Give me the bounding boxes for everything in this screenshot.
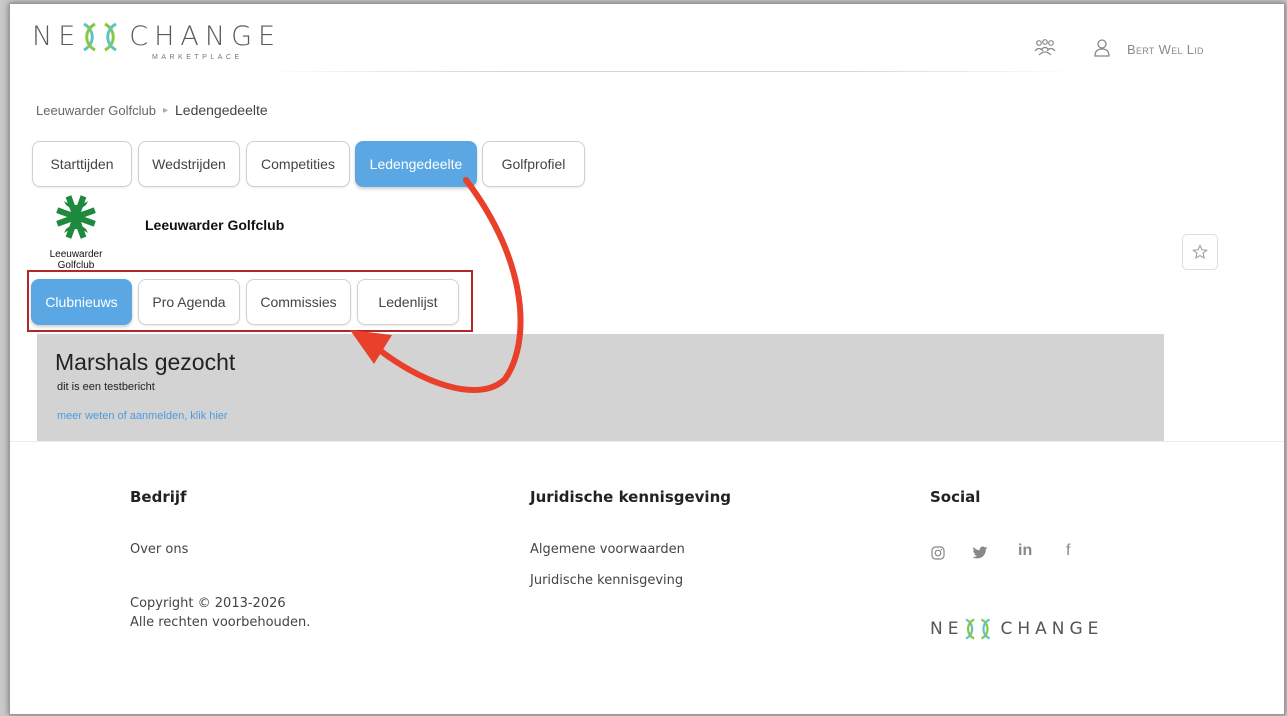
subtabs-highlight-box: [27, 270, 473, 332]
club-name: Leeuwarder Golfclub: [145, 217, 285, 233]
linkedin-icon[interactable]: in: [1018, 542, 1032, 560]
tab-golfprofiel[interactable]: Golfprofiel: [482, 141, 585, 187]
browser-page: NE CHANGE MARKETPLACE Bert Wel Lid Leeuw…: [9, 3, 1285, 715]
news-title: Marshals gezocht: [55, 349, 236, 375]
footer-logo: NE CHANGE: [930, 618, 1103, 640]
logo-x-icon: [83, 22, 118, 52]
user-icon[interactable]: [1093, 38, 1111, 58]
footer-heading-company: Bedrijf: [130, 488, 187, 506]
star-icon: [1192, 244, 1208, 260]
footer-link-over-ons[interactable]: Over ons: [130, 540, 188, 559]
facebook-icon[interactable]: f: [1066, 542, 1070, 560]
tab-starttijden[interactable]: Starttijden: [32, 141, 132, 187]
nexchange-logo[interactable]: NE CHANGE MARKETPLACE: [32, 21, 282, 62]
footer-divider: [10, 441, 1284, 442]
footer-link-legal[interactable]: Juridische kennisgeving: [530, 571, 683, 590]
breadcrumb-current: Ledengedeelte: [175, 102, 268, 118]
footer-link-terms[interactable]: Algemene voorwaarden: [530, 540, 685, 559]
logo-subtitle: MARKETPLACE: [152, 54, 243, 61]
tab-ledengedeelte[interactable]: Ledengedeelte: [355, 141, 477, 187]
tab-competities[interactable]: Competities: [246, 141, 350, 187]
footer-logo-x-icon: [965, 618, 991, 640]
news-link[interactable]: meer weten of aanmelden, klik hier: [57, 410, 228, 422]
breadcrumb-separator: ▸: [162, 104, 168, 116]
news-card: Marshals gezocht dit is een testbericht …: [37, 334, 1164, 441]
favorite-button[interactable]: [1182, 234, 1218, 270]
club-emblem-icon: [56, 195, 96, 239]
footer-logo-left: NE: [930, 619, 964, 639]
breadcrumb-parent[interactable]: Leeuwarder Golfclub: [36, 103, 156, 118]
footer-heading-legal: Juridische kennisgeving: [530, 488, 731, 506]
logo-text-left: NE: [32, 21, 82, 52]
tab-wedstrijden[interactable]: Wedstrijden: [138, 141, 240, 187]
club-logo-line1: Leeuwarder: [49, 249, 103, 260]
people-icon[interactable]: [1034, 38, 1056, 58]
instagram-icon[interactable]: [931, 546, 945, 560]
footer-copyright: Copyright © 2013-2026: [130, 596, 286, 611]
breadcrumb: Leeuwarder Golfclub ▸ Ledengedeelte: [36, 102, 268, 118]
twitter-icon[interactable]: [972, 546, 988, 560]
user-name[interactable]: Bert Wel Lid: [1127, 42, 1204, 57]
club-logo: Leeuwarder Golfclub: [40, 192, 112, 271]
news-body: dit is een testbericht: [57, 381, 155, 393]
footer-logo-right: CHANGE: [1000, 619, 1104, 639]
logo-text-right: CHANGE: [129, 21, 282, 52]
footer-heading-social: Social: [930, 488, 981, 506]
header-divider: [260, 71, 1080, 72]
footer-rights: Alle rechten voorbehouden.: [130, 615, 311, 630]
